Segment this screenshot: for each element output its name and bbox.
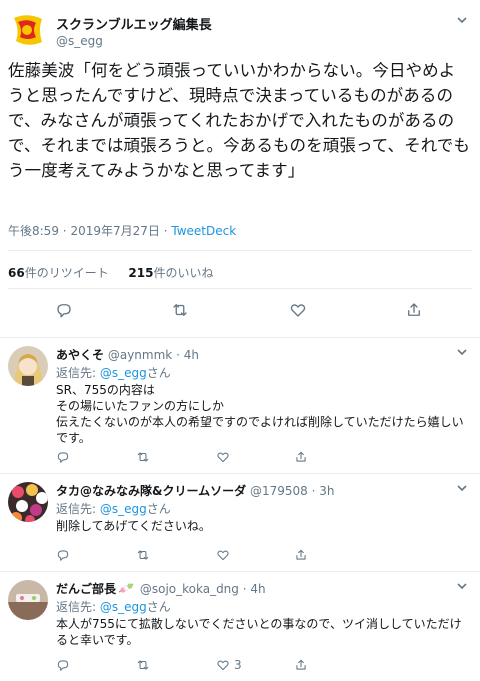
like-icon[interactable]: 3 (216, 656, 242, 674)
share-icon[interactable] (294, 448, 308, 466)
retweet-icon[interactable] (168, 298, 192, 322)
reply-actions (56, 448, 436, 468)
user-handle[interactable]: @s_egg (56, 34, 103, 48)
reply-to: 返信先: @s_eggさん (56, 598, 171, 615)
user-handle[interactable]: @aynmmk (108, 348, 172, 362)
reply-to-handle[interactable]: @s_egg (100, 600, 147, 614)
retweet-label: 件のリツイート (24, 266, 109, 280)
reply-text-line: 削除してあげてくださいね。 (56, 519, 211, 533)
avatar[interactable] (8, 580, 48, 620)
reply-time[interactable]: 4h (250, 582, 265, 596)
like-icon[interactable] (216, 546, 234, 564)
user-handle[interactable]: @179508 (250, 484, 308, 498)
reply-text-line: SR、755の内容は (56, 383, 155, 397)
reply-icon[interactable] (56, 546, 70, 564)
retweet-icon[interactable] (136, 546, 154, 564)
avatar[interactable] (8, 10, 48, 50)
display-name[interactable]: あやくそ (56, 348, 104, 362)
main-tweet: スクランブルエッグ編集長 @s_egg 佐藤美波「何をどう頑張っていいかわからな… (0, 0, 480, 338)
retweet-icon[interactable] (136, 448, 154, 466)
reply-header: あやくそ @aynmmk · 4h (56, 346, 199, 363)
reply-time[interactable]: 4h (184, 348, 199, 362)
separator: · (62, 224, 67, 238)
reply-tweet[interactable]: タカ@なみなみ隊&クリームソーダ @179508 · 3h 返信先: @s_eg… (0, 474, 480, 572)
reply-to-prefix: 返信先: (56, 366, 100, 380)
reply-text: 削除してあげてくださいね。 (56, 518, 472, 534)
reply-to: 返信先: @s_eggさん (56, 364, 171, 381)
reply-to-suffix: さん (146, 600, 171, 614)
reply-text-line: その場にいたファンの方にしか (56, 399, 225, 413)
reply-to-prefix: 返信先: (56, 502, 100, 516)
tweet-text: 佐藤美波「何をどう頑張っていいかわからない。今日やめようと思ったんですけど、現時… (8, 61, 470, 180)
reply-to-handle[interactable]: @s_egg (100, 366, 147, 380)
retweet-stat[interactable]: 66件のリツイート (8, 266, 109, 280)
display-name[interactable]: スクランブルエッグ編集長 (56, 14, 212, 33)
chevron-down-icon[interactable] (456, 346, 468, 361)
share-icon[interactable] (402, 298, 426, 322)
avatar[interactable] (8, 346, 48, 386)
reply-header: タカ@なみなみ隊&クリームソーダ @179508 · 3h (56, 482, 334, 499)
retweet-count: 66 (8, 266, 25, 280)
reply-text-line: です。 (56, 431, 91, 445)
reply-to-prefix: 返信先: (56, 600, 100, 614)
like-stat[interactable]: 215件のいいね (128, 266, 213, 280)
reply-header: だんご部長 @sojo_koka_dng · 4h (56, 580, 266, 597)
reply-to-handle[interactable]: @s_egg (100, 502, 147, 516)
like-icon[interactable] (216, 448, 234, 466)
user-handle[interactable]: @sojo_koka_dng (140, 582, 239, 596)
reply-text-line: 伝えたくないのが本人の希望ですのでよければ削除していただけたら嬉しい (56, 415, 464, 429)
separator: · (311, 484, 316, 498)
tweet-author: スクランブルエッグ編集長 @s_egg (8, 10, 472, 54)
tweet-time[interactable]: 午後8:59 (8, 224, 59, 238)
reply-tweet[interactable]: あやくそ @aynmmk · 4h 返信先: @s_eggさん SR、755の内… (0, 338, 480, 474)
like-count: 3 (234, 658, 242, 672)
reply-to-suffix: さん (146, 502, 171, 516)
chevron-down-icon[interactable] (456, 14, 468, 29)
reply-text: SR、755の内容は その場にいたファンの方にしか 伝えたくないのが本人の希望で… (56, 382, 472, 446)
separator: · (176, 348, 180, 362)
display-name[interactable]: タカ@なみなみ隊&クリームソーダ (56, 484, 246, 498)
like-label: 件のいいね (153, 266, 214, 280)
tweet-date[interactable]: 2019年7月27日 (70, 224, 159, 238)
reply-actions (56, 546, 436, 566)
divider (8, 250, 472, 251)
chevron-down-icon[interactable] (456, 482, 468, 497)
divider (8, 288, 472, 289)
chevron-down-icon[interactable] (456, 580, 468, 595)
tweet-actions (0, 298, 480, 328)
reply-actions: 3 (56, 656, 436, 676)
avatar[interactable] (8, 482, 48, 522)
tweet-meta: 午後8:59 · 2019年7月27日 · TweetDeck (8, 222, 236, 239)
reply-to: 返信先: @s_eggさん (56, 500, 171, 517)
like-icon[interactable] (286, 298, 310, 322)
reply-tweet[interactable]: だんご部長 @sojo_koka_dng · 4h 返信先: @s_eggさん … (0, 572, 480, 681)
tweet-stats: 66件のリツイート 215件のいいね (8, 264, 213, 281)
separator: · (163, 224, 168, 238)
display-name[interactable]: だんご部長 (56, 582, 116, 596)
reply-icon[interactable] (56, 656, 70, 674)
like-count: 215 (128, 266, 154, 280)
separator: · (242, 582, 247, 596)
dango-emoji-icon (118, 582, 134, 597)
client-link[interactable]: TweetDeck (171, 224, 236, 238)
reply-text-line: 本人が755にて拡散しないでくださいとの事なので、ツイ消ししていただけ (56, 617, 462, 631)
reply-text: 本人が755にて拡散しないでくださいとの事なので、ツイ消ししていただけ ると幸い… (56, 616, 472, 648)
reply-to-suffix: さん (146, 366, 171, 380)
share-icon[interactable] (294, 546, 308, 564)
reply-time[interactable]: 3h (319, 484, 334, 498)
retweet-icon[interactable] (136, 656, 154, 674)
reply-icon[interactable] (52, 298, 76, 322)
reply-text-line: ると幸いです。 (56, 633, 139, 647)
share-icon[interactable] (294, 656, 308, 674)
reply-icon[interactable] (56, 448, 70, 466)
